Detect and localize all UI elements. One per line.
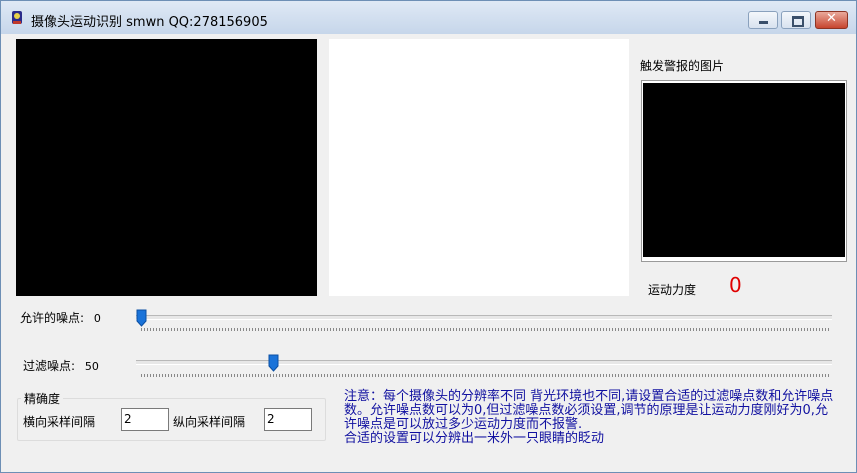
alarm-image [643,83,845,257]
horizontal-interval-input[interactable]: 2 [121,408,169,431]
usage-note: 注意：每个摄像头的分辨率不同 背光环境也不同,请设置合适的过滤噪点数和允许噪点数… [344,390,834,446]
allowed-noise-label: 允许的噪点: 0 [20,309,101,326]
maximize-icon [792,16,804,27]
minimize-icon [759,21,768,24]
allowed-noise-ticks [141,328,829,331]
allowed-noise-label-text: 允许的噪点: [20,311,85,325]
motion-preview [329,39,629,296]
vertical-interval-label: 纵向采样间隔 [173,415,246,429]
alarm-image-box [641,80,847,262]
close-button[interactable]: ✕ [815,11,848,29]
camera-preview [16,39,317,296]
force-label: 运动力度 [648,283,697,297]
allowed-noise-value: 0 [93,312,101,325]
window-title: 摄像头运动识别 smwn QQ:278156905 [31,15,268,30]
title-bar[interactable]: 摄像头运动识别 smwn QQ:278156905 ✕ [1,1,856,34]
filter-noise-value: 50 [84,360,99,373]
vertical-interval-input[interactable]: 2 [264,408,312,431]
close-icon: ✕ [826,11,837,26]
app-window: 摄像头运动识别 smwn QQ:278156905 ✕ 触发警报的图片 运动力度… [0,0,857,473]
app-icon [12,11,22,24]
allowed-noise-slider-thumb[interactable] [136,309,147,327]
maximize-button[interactable] [781,11,811,29]
filter-noise-track[interactable] [136,360,832,365]
filter-noise-ticks [141,374,829,377]
precision-group-title: 精确度 [21,390,64,407]
filter-noise-slider-thumb[interactable] [268,354,279,372]
force-value: 0 [729,273,742,297]
alarm-image-label: 触发警报的图片 [640,59,725,73]
filter-noise-label: 过滤噪点: 50 [23,357,99,374]
horizontal-interval-label: 横向采样间隔 [23,415,96,429]
allowed-noise-track[interactable] [136,315,832,320]
usage-note-text: 注意：每个摄像头的分辨率不同 背光环境也不同,请设置合适的过滤噪点数和允许噪点数… [344,389,834,446]
minimize-button[interactable] [748,11,778,29]
filter-noise-label-text: 过滤噪点: [23,359,76,373]
